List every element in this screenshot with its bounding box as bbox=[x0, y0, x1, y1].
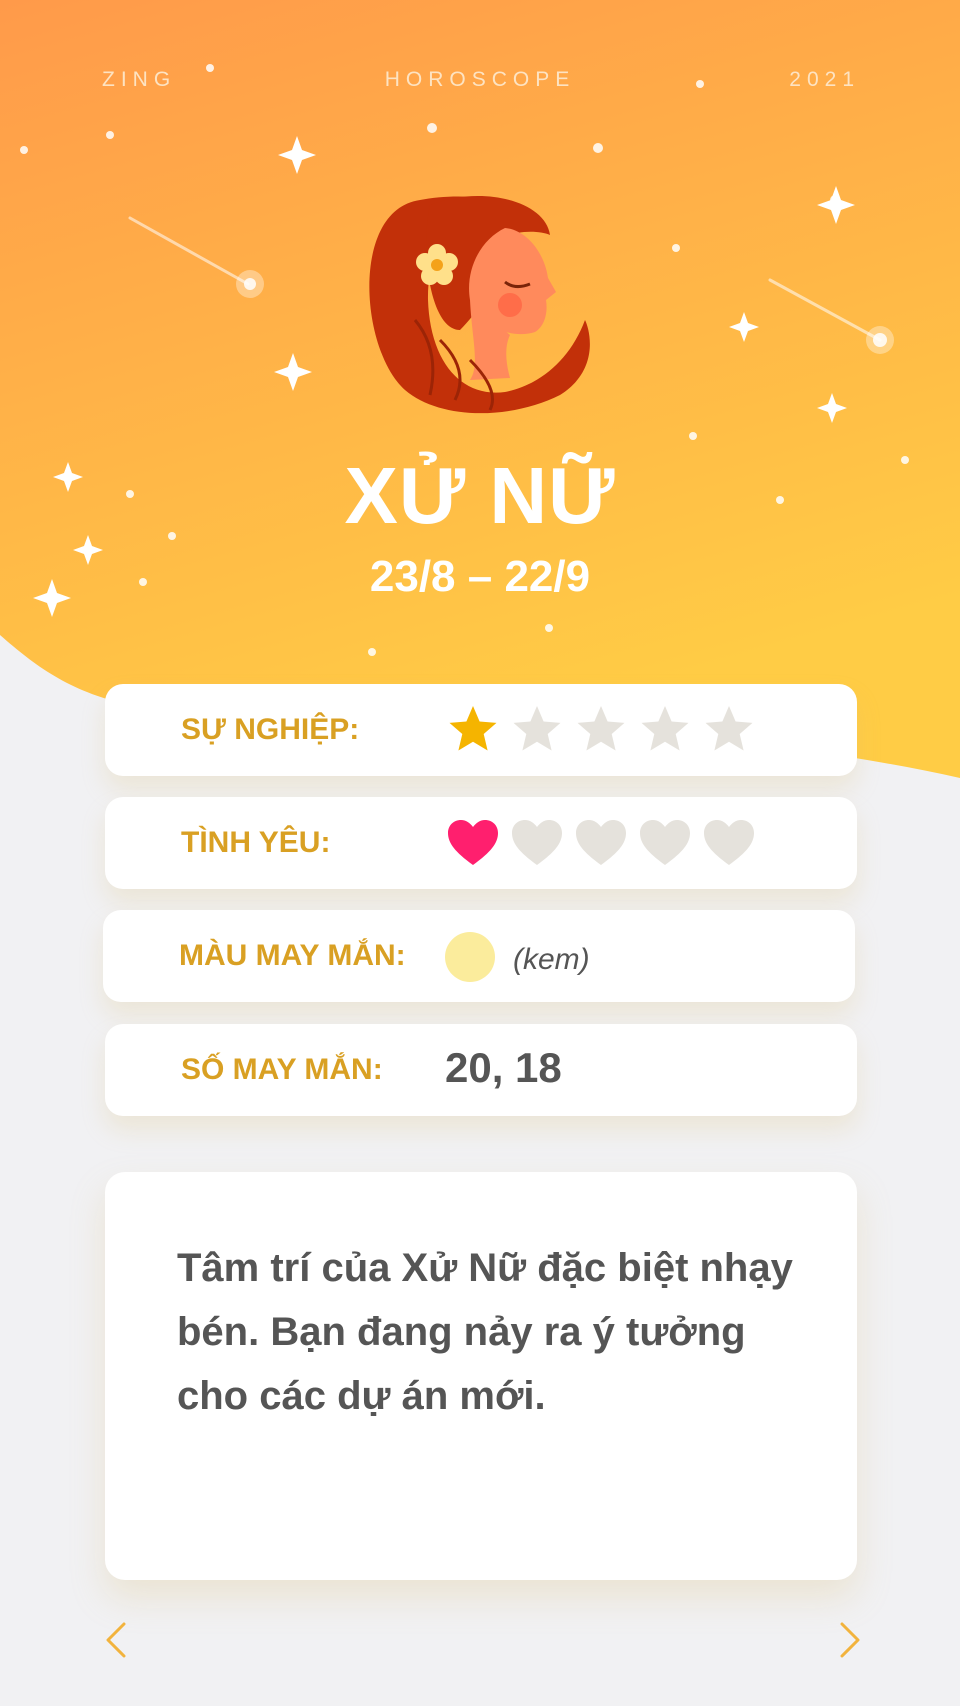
love-rating bbox=[445, 815, 757, 871]
star-icon-empty bbox=[513, 706, 561, 751]
lucky-color-name: (kem) bbox=[513, 943, 590, 976]
lucky-number-value: 20, 18 bbox=[445, 1044, 562, 1091]
lucky-color-label: MÀU MAY MẮN: bbox=[179, 939, 406, 972]
chevron-left-icon[interactable] bbox=[96, 1620, 136, 1660]
year-label: 2021 bbox=[789, 68, 860, 91]
heart-icon-empty bbox=[512, 820, 562, 865]
lucky-color-card: MÀU MAY MẮN: (kem) bbox=[103, 910, 855, 1002]
description-text: Tâm trí của Xử Nữ đặc biệt nhạy bén. Bạn… bbox=[177, 1246, 793, 1418]
career-rating bbox=[445, 702, 757, 758]
star-icon-filled bbox=[449, 706, 497, 751]
lucky-color-swatch bbox=[445, 932, 495, 982]
heart-icon-empty bbox=[640, 820, 690, 865]
career-card: SỰ NGHIỆP: bbox=[105, 684, 857, 776]
star-icon-empty bbox=[577, 706, 625, 751]
heart-icon-empty bbox=[704, 820, 754, 865]
chevron-right-icon[interactable] bbox=[830, 1620, 870, 1660]
sign-dates: 23/8 – 22/9 bbox=[369, 552, 591, 601]
career-label: SỰ NGHIỆP: bbox=[181, 713, 360, 746]
lucky-number-card: SỐ MAY MẮN: 20, 18 bbox=[105, 1024, 857, 1116]
star-icon-empty bbox=[705, 706, 753, 751]
heart-icon-filled bbox=[448, 820, 498, 865]
lucky-number-label: SỐ MAY MẮN: bbox=[181, 1053, 383, 1086]
star-icon-empty bbox=[641, 706, 689, 751]
description-card: Tâm trí của Xử Nữ đặc biệt nhạy bén. Bạn… bbox=[105, 1172, 857, 1580]
heart-icon-empty bbox=[576, 820, 626, 865]
sign-title: XỬ NỮ bbox=[344, 451, 616, 540]
love-label: TÌNH YÊU: bbox=[181, 826, 331, 859]
hero-background bbox=[0, 0, 960, 778]
love-card: TÌNH YÊU: bbox=[105, 797, 857, 889]
